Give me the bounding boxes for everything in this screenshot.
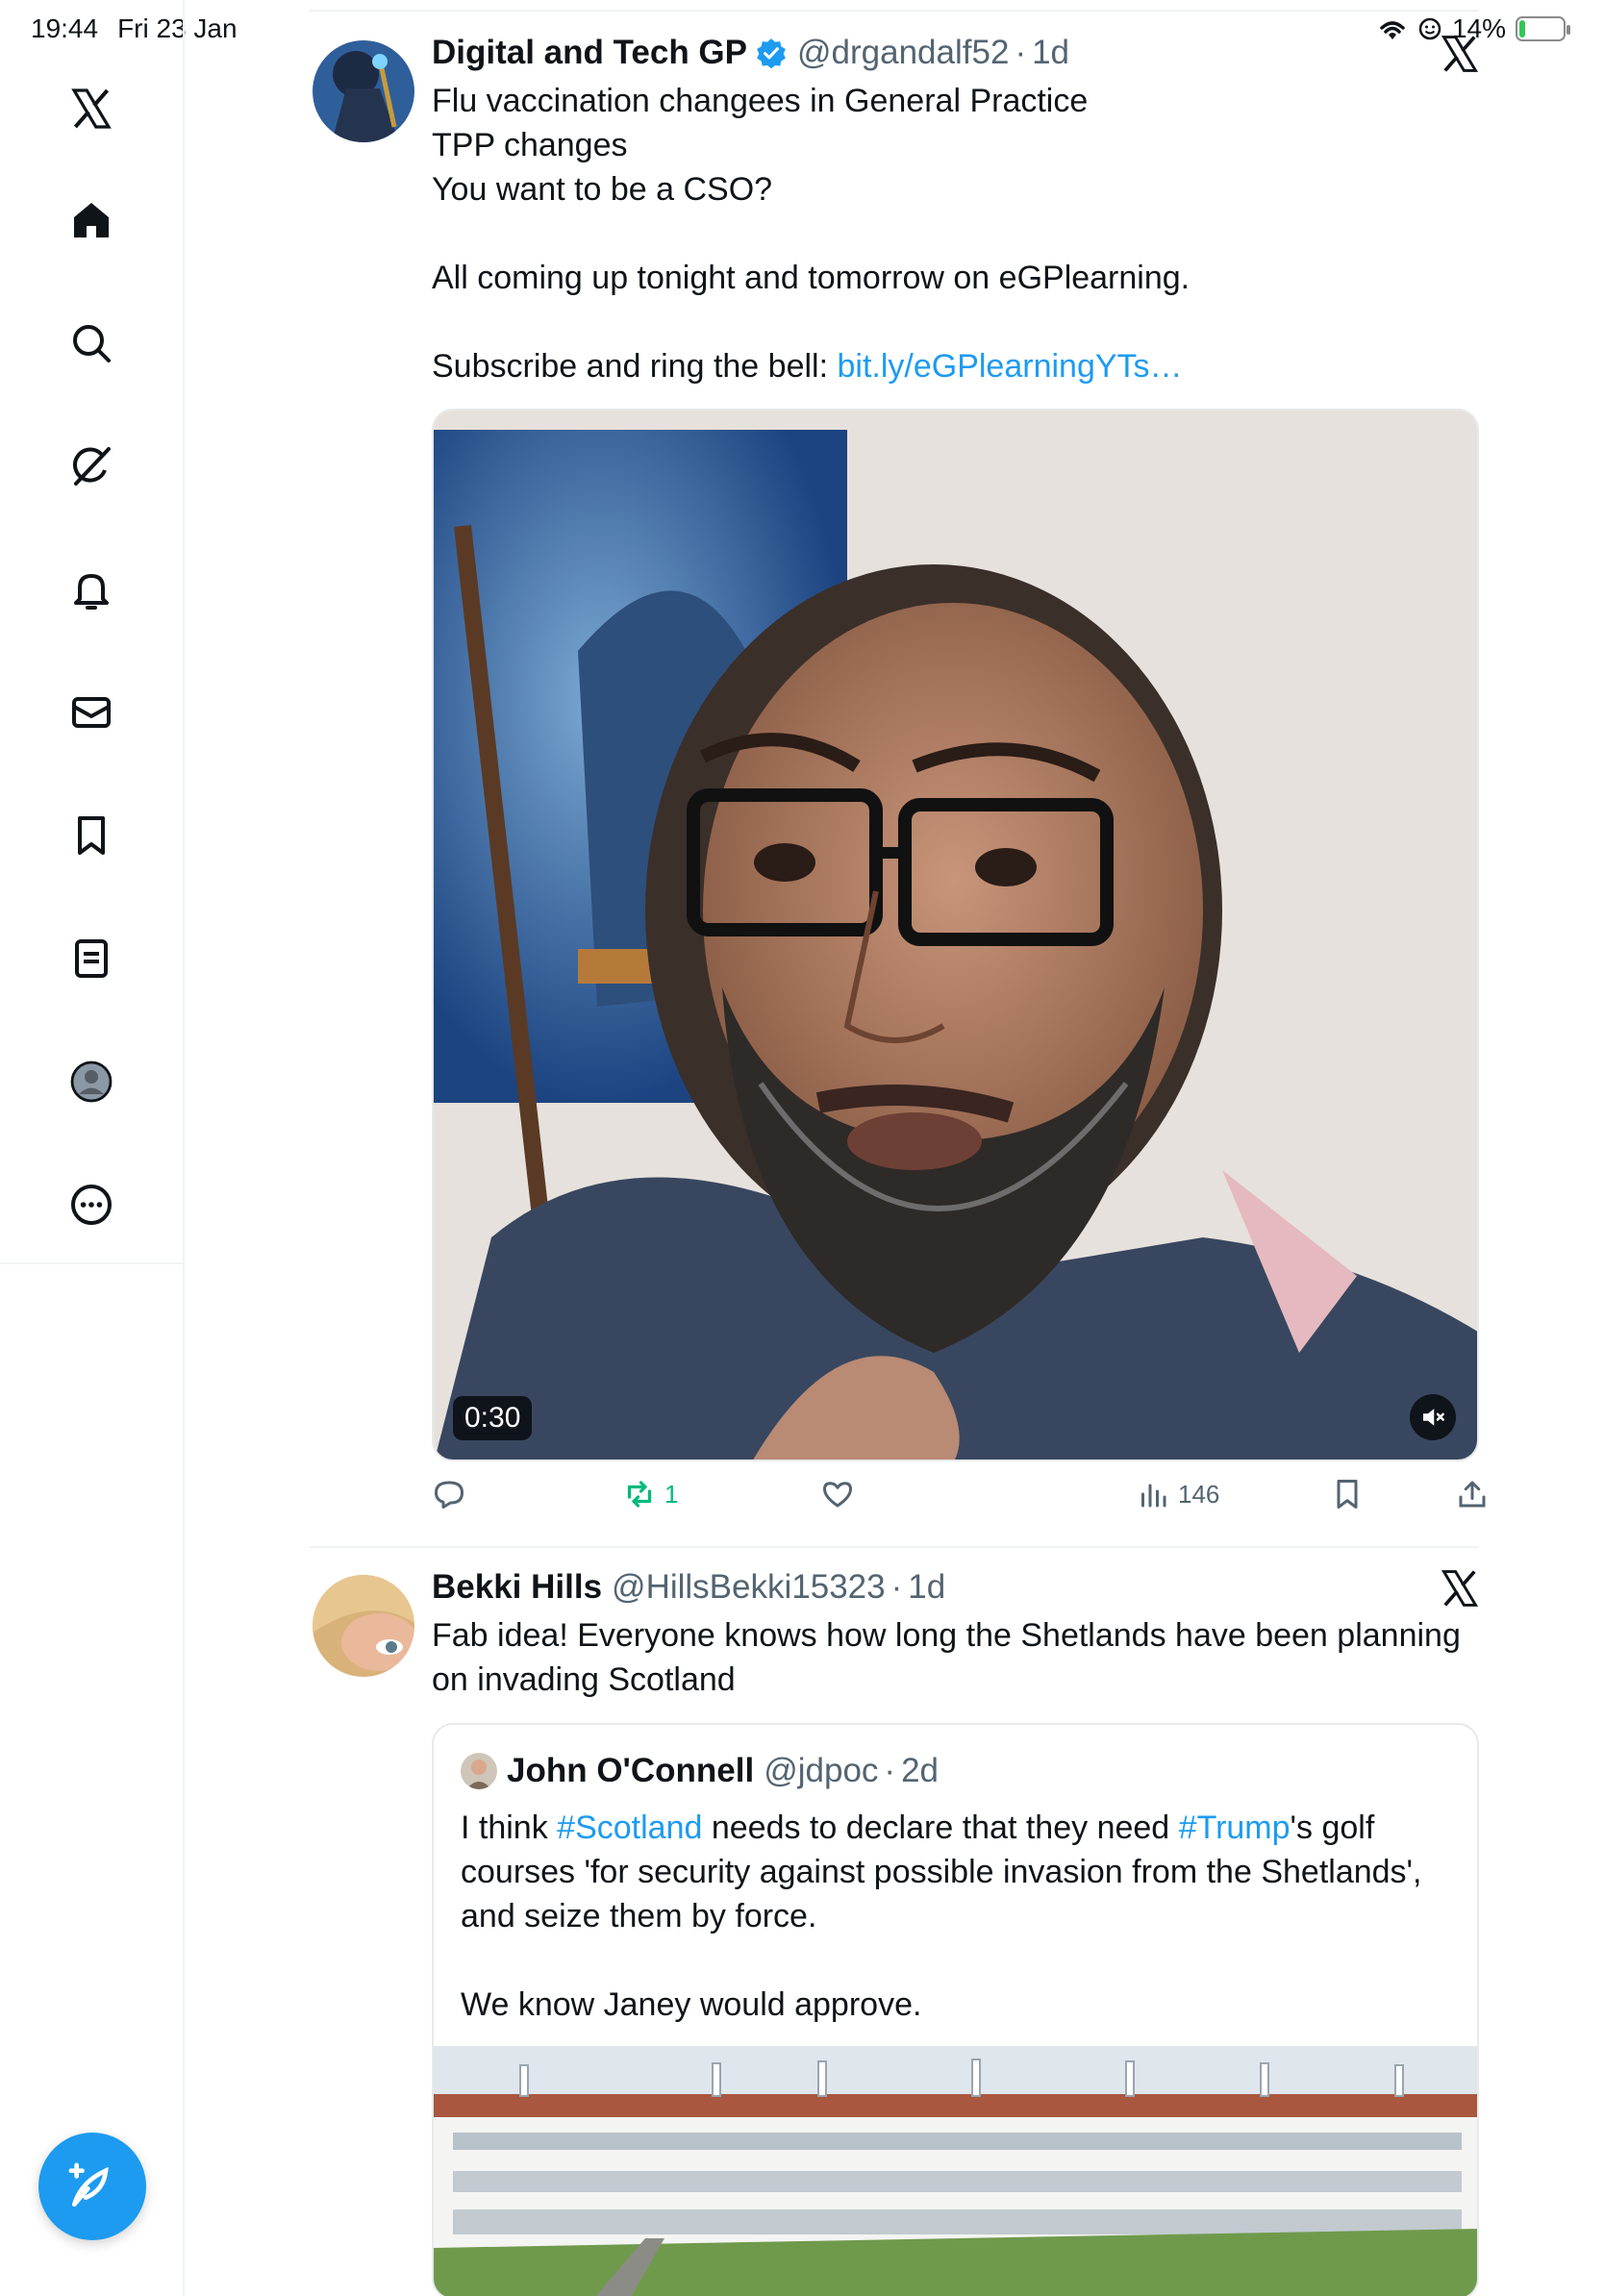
- post-text: Flu vaccination changees in General Prac…: [432, 79, 1479, 388]
- reply-button[interactable]: [432, 1477, 474, 1511]
- battery-icon: [1516, 16, 1570, 41]
- hashtag-link[interactable]: #Scotland: [557, 1809, 702, 1846]
- post-link[interactable]: bit.ly/eGPlearningYTs…: [837, 348, 1182, 385]
- timeline: Digital and Tech GP @drgandalf52 · 1d Fl…: [310, 0, 1486, 2296]
- divider: [310, 10, 1479, 12]
- video-player[interactable]: 0:30: [432, 409, 1479, 1461]
- search-icon[interactable]: [63, 315, 119, 371]
- views-button[interactable]: 146: [1136, 1477, 1219, 1511]
- post-separator: [310, 1546, 1479, 1548]
- compose-button[interactable]: [38, 2133, 146, 2240]
- share-icon: [1459, 1481, 1486, 1508]
- heart-icon: [823, 1482, 852, 1508]
- like-button[interactable]: [820, 1477, 863, 1511]
- quoted-post-header: John O'Connell @jdpoc · 2d: [461, 1752, 939, 1790]
- separator-dot: ·: [1015, 34, 1027, 71]
- avatar[interactable]: [313, 1575, 414, 1677]
- repost-icon: [627, 1481, 652, 1508]
- post-time[interactable]: 1d: [1032, 33, 1069, 73]
- mail-icon[interactable]: [63, 685, 119, 740]
- quoted-post-text: I think #Scotland needs to declare that …: [461, 1806, 1451, 2027]
- quoted-author-handle: @jdpoc: [764, 1752, 879, 1789]
- author-handle[interactable]: @HillsBekki15323: [612, 1567, 886, 1608]
- repost-count: 1: [664, 1479, 679, 1509]
- author-handle[interactable]: @drgandalf52: [797, 33, 1009, 73]
- avatar[interactable]: [313, 40, 414, 142]
- battery-level: [1519, 20, 1525, 37]
- views-count: 146: [1178, 1479, 1220, 1509]
- lists-icon[interactable]: [63, 931, 119, 986]
- video-duration: 0:30: [453, 1396, 533, 1440]
- bookmark-icon[interactable]: [63, 808, 119, 863]
- sidebar-divider: [0, 1262, 185, 1264]
- bookmark-icon: [1337, 1480, 1358, 1509]
- video-thumbnail: [434, 411, 1477, 1460]
- post: Bekki Hills @HillsBekki15323 · 1d Fab id…: [432, 1567, 1479, 1702]
- post-header: Bekki Hills @HillsBekki15323 · 1d: [432, 1567, 1479, 1608]
- mute-button[interactable]: [1410, 1394, 1456, 1440]
- post-text: Fab idea! Everyone knows how long the Sh…: [432, 1617, 1470, 1698]
- bell-icon[interactable]: [63, 562, 119, 617]
- bookmark-button[interactable]: [1330, 1477, 1365, 1511]
- quoted-post-time: 2d: [901, 1752, 939, 1789]
- avatar: [461, 1753, 497, 1789]
- x-logo-icon[interactable]: [63, 81, 119, 137]
- profile-icon[interactable]: [63, 1054, 119, 1110]
- quoted-post[interactable]: John O'Connell @jdpoc · 2d I think #Scot…: [432, 1723, 1479, 2296]
- repost-button[interactable]: 1: [622, 1477, 678, 1511]
- quoted-post-image: [434, 2046, 1477, 2296]
- post-header: Digital and Tech GP @drgandalf52 · 1d: [432, 33, 1479, 73]
- author-name[interactable]: Digital and Tech GP: [432, 33, 747, 73]
- text-segment: I think: [461, 1809, 558, 1846]
- sidebar: [0, 0, 185, 2296]
- x-logo-icon[interactable]: [1439, 33, 1481, 75]
- separator-dot: ·: [884, 1752, 896, 1789]
- author-name[interactable]: Bekki Hills: [432, 1567, 602, 1608]
- speaker-muted-icon: [1423, 1409, 1444, 1426]
- x-logo-icon[interactable]: [1439, 1567, 1481, 1610]
- post-actions: 1 146: [432, 1477, 1486, 1523]
- more-icon[interactable]: [63, 1177, 119, 1233]
- post-text-main: Flu vaccination changees in General Prac…: [432, 83, 1190, 385]
- separator-dot: ·: [890, 1568, 903, 1606]
- hashtag-link[interactable]: #Trump: [1179, 1809, 1291, 1846]
- reply-icon: [435, 1481, 464, 1509]
- post: Digital and Tech GP @drgandalf52 · 1d Fl…: [432, 33, 1479, 388]
- quoted-author-name: John O'Connell: [507, 1752, 755, 1789]
- home-icon[interactable]: [63, 192, 119, 248]
- compose-icon: [68, 2162, 109, 2207]
- text-segment: needs to declare that they need: [702, 1809, 1179, 1846]
- views-icon: [1141, 1484, 1166, 1508]
- post-time[interactable]: 1d: [908, 1567, 945, 1608]
- verified-badge-icon: [757, 38, 786, 69]
- share-button[interactable]: [1455, 1477, 1490, 1511]
- grok-icon[interactable]: [63, 438, 119, 494]
